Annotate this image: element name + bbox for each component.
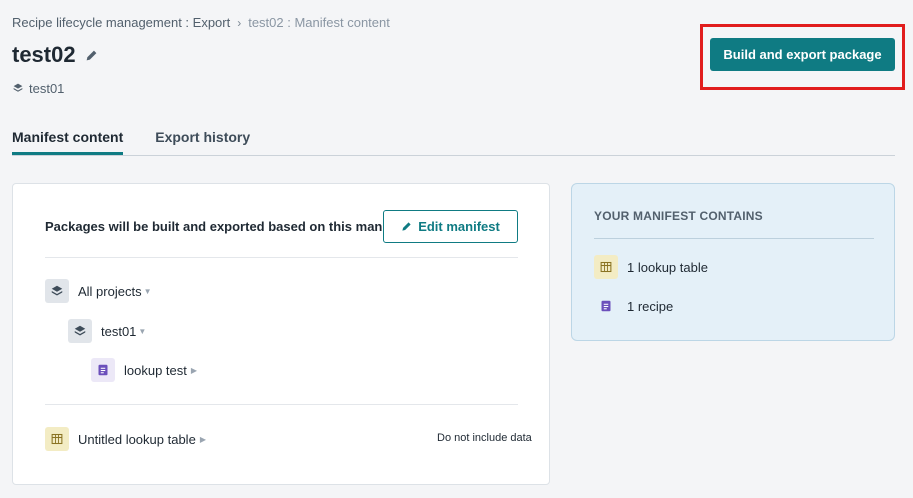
manifest-card: Packages will be built and exported base… — [12, 183, 550, 485]
summary-item-label: 1 recipe — [627, 298, 674, 314]
tree-item-recipe[interactable]: lookup test ▶ — [91, 358, 197, 382]
table-icon — [45, 427, 69, 451]
tree-item-label: All projects — [78, 283, 142, 299]
summary-title: YOUR MANIFEST CONTAINS — [594, 209, 763, 223]
pencil-icon — [402, 222, 411, 231]
divider — [45, 404, 518, 405]
divider — [594, 238, 874, 239]
page-title: test02 — [12, 42, 76, 67]
layers-icon — [13, 81, 29, 96]
layers-icon — [68, 319, 92, 343]
tree-item-project[interactable]: test01 ▼ — [68, 319, 146, 343]
tab-bar: Manifest content Export history — [12, 129, 895, 156]
breadcrumb-parent-link[interactable]: Recipe lifecycle management : Export — [12, 15, 230, 30]
breadcrumb: Recipe lifecycle management : Export › t… — [12, 15, 390, 30]
pencil-icon[interactable] — [85, 49, 98, 62]
summary-item-label: 1 lookup table — [627, 259, 708, 275]
title-row: test02 — [12, 42, 98, 68]
tree-item-label: Untitled lookup table — [78, 431, 196, 447]
divider — [45, 257, 518, 258]
caret-right-icon: ▶ — [190, 365, 198, 375]
manifest-summary-panel: YOUR MANIFEST CONTAINS 1 lookup table 1 … — [571, 183, 895, 341]
tree-item-lookup-table[interactable]: Untitled lookup table ▶ — [45, 427, 206, 451]
breadcrumb-separator: › — [237, 15, 242, 30]
tab-export-history[interactable]: Export history — [155, 129, 250, 155]
summary-item-lookup-table: 1 lookup table — [594, 255, 708, 279]
tree-item-label: test01 — [101, 323, 137, 339]
data-option-toggle[interactable]: Do not include data — [437, 432, 532, 444]
caret-right-icon: ▶ — [199, 434, 206, 444]
caret-down-icon: ▼ — [138, 326, 147, 336]
project-tag: test01 — [13, 81, 64, 96]
caret-down-icon: ▼ — [143, 286, 152, 296]
tab-manifest-content[interactable]: Manifest content — [12, 129, 124, 155]
edit-manifest-button[interactable]: Edit manifest — [383, 210, 518, 243]
breadcrumb-current: test02 : Manifest content — [248, 15, 390, 30]
recipe-icon — [594, 294, 618, 318]
highlight-box — [700, 24, 905, 90]
summary-item-recipe: 1 recipe — [594, 294, 673, 318]
edit-manifest-label: Edit manifest — [418, 219, 500, 234]
tree-item-all-projects[interactable]: All projects ▼ — [45, 279, 152, 303]
recipe-icon — [91, 358, 115, 382]
tree-item-label: lookup test — [124, 362, 187, 378]
table-icon — [594, 255, 618, 279]
layers-icon — [45, 279, 69, 303]
project-name: test01 — [29, 81, 65, 96]
manifest-description: Packages will be built and exported base… — [45, 219, 410, 234]
